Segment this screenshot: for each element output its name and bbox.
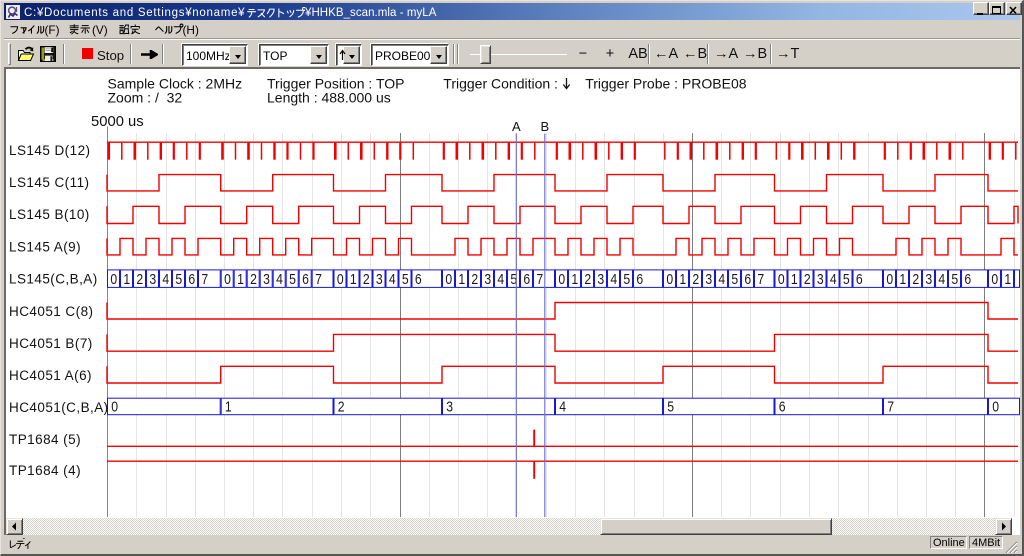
svg-text:4: 4 <box>389 271 396 288</box>
svg-text:1: 1 <box>899 271 906 288</box>
svg-text:7: 7 <box>315 271 322 288</box>
svg-text:0: 0 <box>111 399 118 416</box>
svg-text:7: 7 <box>757 271 764 288</box>
svg-text:4: 4 <box>938 271 945 288</box>
svg-text:6: 6 <box>415 271 422 288</box>
svg-text:0: 0 <box>886 271 893 288</box>
svg-text:3: 3 <box>149 271 156 288</box>
svg-text:TP1684 (4): TP1684 (4) <box>9 463 81 478</box>
svg-text:3: 3 <box>597 271 604 288</box>
svg-text:0: 0 <box>337 271 344 288</box>
svg-text:5: 5 <box>731 271 738 288</box>
svg-text:5: 5 <box>623 271 630 288</box>
svg-text:0: 0 <box>445 271 452 288</box>
svg-text:0: 0 <box>224 271 231 288</box>
svg-text:5: 5 <box>667 399 674 416</box>
svg-text:2: 2 <box>912 271 919 288</box>
svg-text:5: 5 <box>175 271 182 288</box>
svg-text:6: 6 <box>188 271 195 288</box>
svg-text:4: 4 <box>276 271 283 288</box>
svg-text:1: 1 <box>237 271 244 288</box>
svg-text:1: 1 <box>225 399 232 416</box>
svg-text:(V): (V) <box>92 23 108 37</box>
svg-text:Trigger Condition :: Trigger Condition : <box>443 76 558 92</box>
svg-text:LS145 A(9): LS145 A(9) <box>9 239 81 254</box>
svg-text:3: 3 <box>446 399 453 416</box>
svg-text:Length : 488.000 us: Length : 488.000 us <box>267 90 391 106</box>
svg-text:7: 7 <box>201 271 208 288</box>
svg-text:HC4051 C(8): HC4051 C(8) <box>9 304 93 319</box>
svg-text:4: 4 <box>610 271 617 288</box>
svg-text:2: 2 <box>338 399 345 416</box>
svg-text:4: 4 <box>162 271 169 288</box>
svg-text:0: 0 <box>666 271 673 288</box>
svg-text:A: A <box>512 119 521 134</box>
svg-text:HC4051 A(6): HC4051 A(6) <box>9 368 92 383</box>
svg-text:2: 2 <box>692 271 699 288</box>
svg-text:6: 6 <box>964 271 971 288</box>
svg-text:HC4051 B(7): HC4051 B(7) <box>9 336 93 351</box>
svg-text:LS145 B(10): LS145 B(10) <box>9 207 90 222</box>
svg-text:5000 us: 5000 us <box>91 114 144 130</box>
svg-text:2: 2 <box>471 271 478 288</box>
svg-text:0: 0 <box>991 271 998 288</box>
svg-text:6: 6 <box>856 271 863 288</box>
svg-text:3: 3 <box>263 271 270 288</box>
svg-text:0: 0 <box>110 271 117 288</box>
svg-text:5: 5 <box>843 271 850 288</box>
svg-text:1: 1 <box>791 271 798 288</box>
svg-text:6: 6 <box>523 271 530 288</box>
svg-text:(F): (F) <box>45 23 60 37</box>
svg-text:3: 3 <box>925 271 932 288</box>
svg-text:2: 2 <box>363 271 370 288</box>
svg-text:Trigger Probe : PROBE08: Trigger Probe : PROBE08 <box>585 76 747 92</box>
svg-text:HC4051(C,B,A): HC4051(C,B,A) <box>9 400 109 415</box>
svg-text:3: 3 <box>817 271 824 288</box>
svg-text:4: 4 <box>718 271 725 288</box>
svg-text:5: 5 <box>289 271 296 288</box>
svg-text:1: 1 <box>679 271 686 288</box>
svg-text:5: 5 <box>951 271 958 288</box>
svg-text:6: 6 <box>744 271 751 288</box>
svg-text:6: 6 <box>302 271 309 288</box>
svg-text:0: 0 <box>558 271 565 288</box>
svg-text:6: 6 <box>636 271 643 288</box>
svg-text:1: 1 <box>458 271 465 288</box>
svg-text:Zoom : / 32: Zoom : / 32 <box>108 90 183 106</box>
svg-text:1: 1 <box>571 271 578 288</box>
svg-text:LS145 C(11): LS145 C(11) <box>9 175 90 190</box>
svg-text:7: 7 <box>887 399 894 416</box>
svg-text:(H): (H) <box>183 23 199 37</box>
svg-text:LS145(C,B,A): LS145(C,B,A) <box>9 272 98 287</box>
svg-text:LS145 D(12): LS145 D(12) <box>9 143 91 158</box>
svg-text:2: 2 <box>584 271 591 288</box>
svg-text:2: 2 <box>250 271 257 288</box>
svg-text:0: 0 <box>992 399 999 416</box>
svg-text:7: 7 <box>536 271 543 288</box>
svg-text:4: 4 <box>559 399 566 416</box>
svg-text:TP1684 (5): TP1684 (5) <box>9 432 81 447</box>
svg-text:1: 1 <box>123 271 130 288</box>
svg-text:3: 3 <box>376 271 383 288</box>
svg-text:6: 6 <box>779 399 786 416</box>
svg-text:1: 1 <box>350 271 357 288</box>
svg-text:5: 5 <box>402 271 409 288</box>
svg-text:0: 0 <box>778 271 785 288</box>
svg-text:4: 4 <box>497 271 504 288</box>
svg-text:2: 2 <box>136 271 143 288</box>
svg-text:3: 3 <box>484 271 491 288</box>
svg-text:3: 3 <box>705 271 712 288</box>
svg-text:2: 2 <box>804 271 811 288</box>
svg-text:4: 4 <box>830 271 837 288</box>
svg-text:1: 1 <box>1004 271 1011 288</box>
svg-text:B: B <box>540 119 549 134</box>
